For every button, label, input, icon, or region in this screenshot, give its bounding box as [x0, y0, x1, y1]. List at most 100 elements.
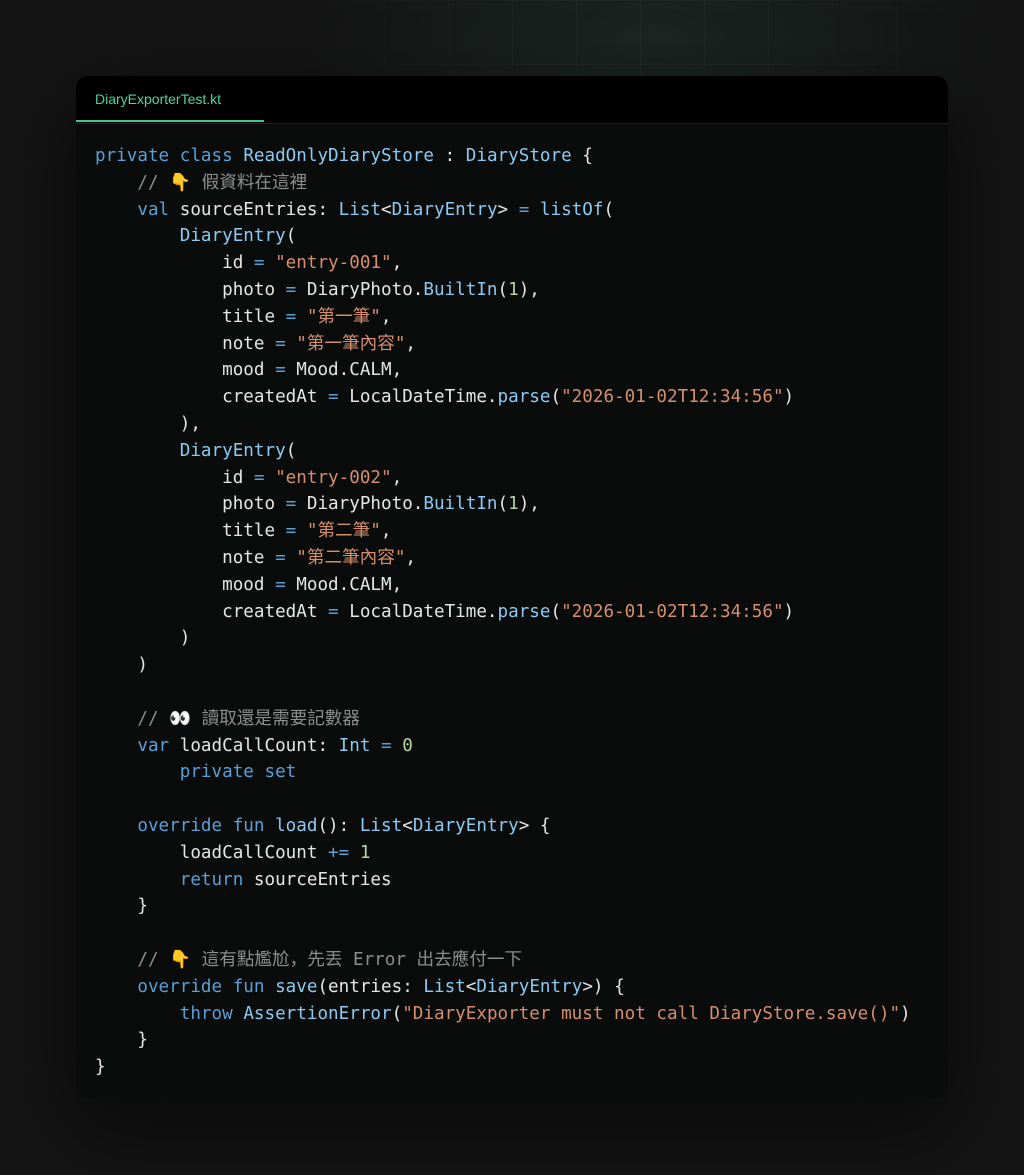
- code-token: loadCallCount: [95, 842, 329, 863]
- code-token: sourceEntries:: [169, 199, 339, 220]
- operator-token: =: [275, 547, 286, 568]
- code-token: Mood.CALM,: [285, 574, 403, 595]
- function-token: listOf: [539, 199, 604, 220]
- code-token: createdAt: [95, 387, 329, 408]
- code-line: mood = Mood.CALM,: [95, 357, 911, 384]
- code-token: id: [95, 467, 254, 488]
- type-token: DiaryEntry: [476, 976, 583, 997]
- type-token: ReadOnlyDiaryStore: [243, 146, 434, 166]
- file-tab-label: DiaryExporterTest.kt: [95, 91, 222, 107]
- code-line: private set: [95, 759, 911, 786]
- type-token: DiaryEntry: [412, 815, 519, 836]
- code-token: mood: [95, 574, 276, 595]
- code-line: ): [95, 652, 911, 679]
- code-token: LocalDateTime.: [338, 601, 498, 622]
- string-token: "entry-002": [275, 467, 392, 488]
- code-token: ,: [405, 547, 417, 568]
- code-token: id: [95, 253, 254, 274]
- code-token: ),: [518, 279, 540, 300]
- type-token: List: [359, 815, 403, 836]
- code-token: >) {: [582, 976, 625, 997]
- function-token: load: [275, 815, 318, 836]
- string-token: "DiaryExporter must not call DiaryStore.…: [402, 1003, 901, 1024]
- code-window: DiaryExporterTest.kt private class ReadO…: [76, 76, 948, 1098]
- string-token: "第二筆內容": [296, 547, 406, 568]
- number-token: 1: [359, 842, 371, 863]
- code-line: }: [95, 1054, 911, 1081]
- code-token: }: [95, 1057, 106, 1078]
- code-token: photo: [95, 494, 286, 515]
- code-token: <: [465, 976, 477, 997]
- type-token: DiaryEntry: [179, 226, 286, 247]
- keyword-token: fun: [232, 976, 265, 997]
- code-token: (: [285, 226, 297, 247]
- code-line: photo = DiaryPhoto.BuiltIn(1),: [95, 277, 911, 304]
- code-token: ,: [391, 253, 403, 274]
- code-token: loadCallCount:: [169, 735, 339, 756]
- string-token: "2026-01-02T12:34:56": [561, 601, 784, 622]
- type-token: BuiltIn: [423, 279, 498, 300]
- code-token: (: [391, 1003, 403, 1024]
- code-line: id = "entry-001",: [95, 250, 911, 277]
- comment-token: // 👇 假資料在這裡: [137, 172, 308, 193]
- operator-token: =: [275, 333, 286, 354]
- code-token: ,: [405, 333, 417, 354]
- type-token: Int: [338, 735, 371, 756]
- code-line: override fun save(entries: List<DiaryEnt…: [95, 974, 911, 1001]
- keyword-token: val: [137, 199, 170, 220]
- code-line: DiaryEntry(: [95, 438, 911, 465]
- code-token: ): [783, 601, 795, 622]
- operator-token: =: [253, 467, 265, 488]
- file-tab[interactable]: DiaryExporterTest.kt: [76, 76, 264, 122]
- keyword-token: var: [137, 735, 170, 756]
- code-line: DiaryEntry(: [95, 223, 911, 250]
- code-token: (: [497, 279, 509, 300]
- operator-token: +=: [328, 842, 350, 863]
- number-token: 0: [402, 735, 413, 756]
- code-token: note: [95, 333, 276, 354]
- code-token: <: [381, 199, 392, 220]
- code-token: (: [285, 440, 297, 461]
- tab-bar: DiaryExporterTest.kt: [76, 76, 948, 124]
- code-token: ,: [391, 467, 403, 488]
- operator-token: =: [275, 360, 286, 381]
- code-editor[interactable]: private class ReadOnlyDiaryStore : Diary…: [95, 143, 911, 1081]
- operator-token: =: [253, 253, 265, 274]
- comment-token: // 👀 讀取還是需要記數器: [137, 708, 360, 729]
- code-line: // 👇 這有點尷尬，先丟 Error 出去應付一下: [95, 947, 911, 974]
- code-token: ,: [380, 306, 392, 327]
- code-line: ): [95, 625, 911, 652]
- keyword-token: throw: [179, 1003, 233, 1024]
- keyword-token: return: [179, 869, 244, 890]
- code-token: ): [900, 1003, 911, 1024]
- number-token: 1: [508, 494, 519, 515]
- keyword-token: private: [95, 146, 170, 166]
- operator-token: =: [285, 494, 297, 515]
- keyword-token: override: [137, 976, 223, 997]
- operator-token: =: [518, 199, 530, 220]
- code-token: (: [550, 601, 562, 622]
- code-line: }: [95, 1027, 911, 1054]
- code-token: (: [497, 494, 509, 515]
- string-token: "第一筆": [306, 306, 381, 327]
- code-token: ): [95, 655, 148, 676]
- code-line: }: [95, 893, 911, 920]
- code-line: createdAt = LocalDateTime.parse("2026-01…: [95, 384, 911, 411]
- operator-token: =: [275, 574, 286, 595]
- code-line: title = "第一筆",: [95, 304, 911, 331]
